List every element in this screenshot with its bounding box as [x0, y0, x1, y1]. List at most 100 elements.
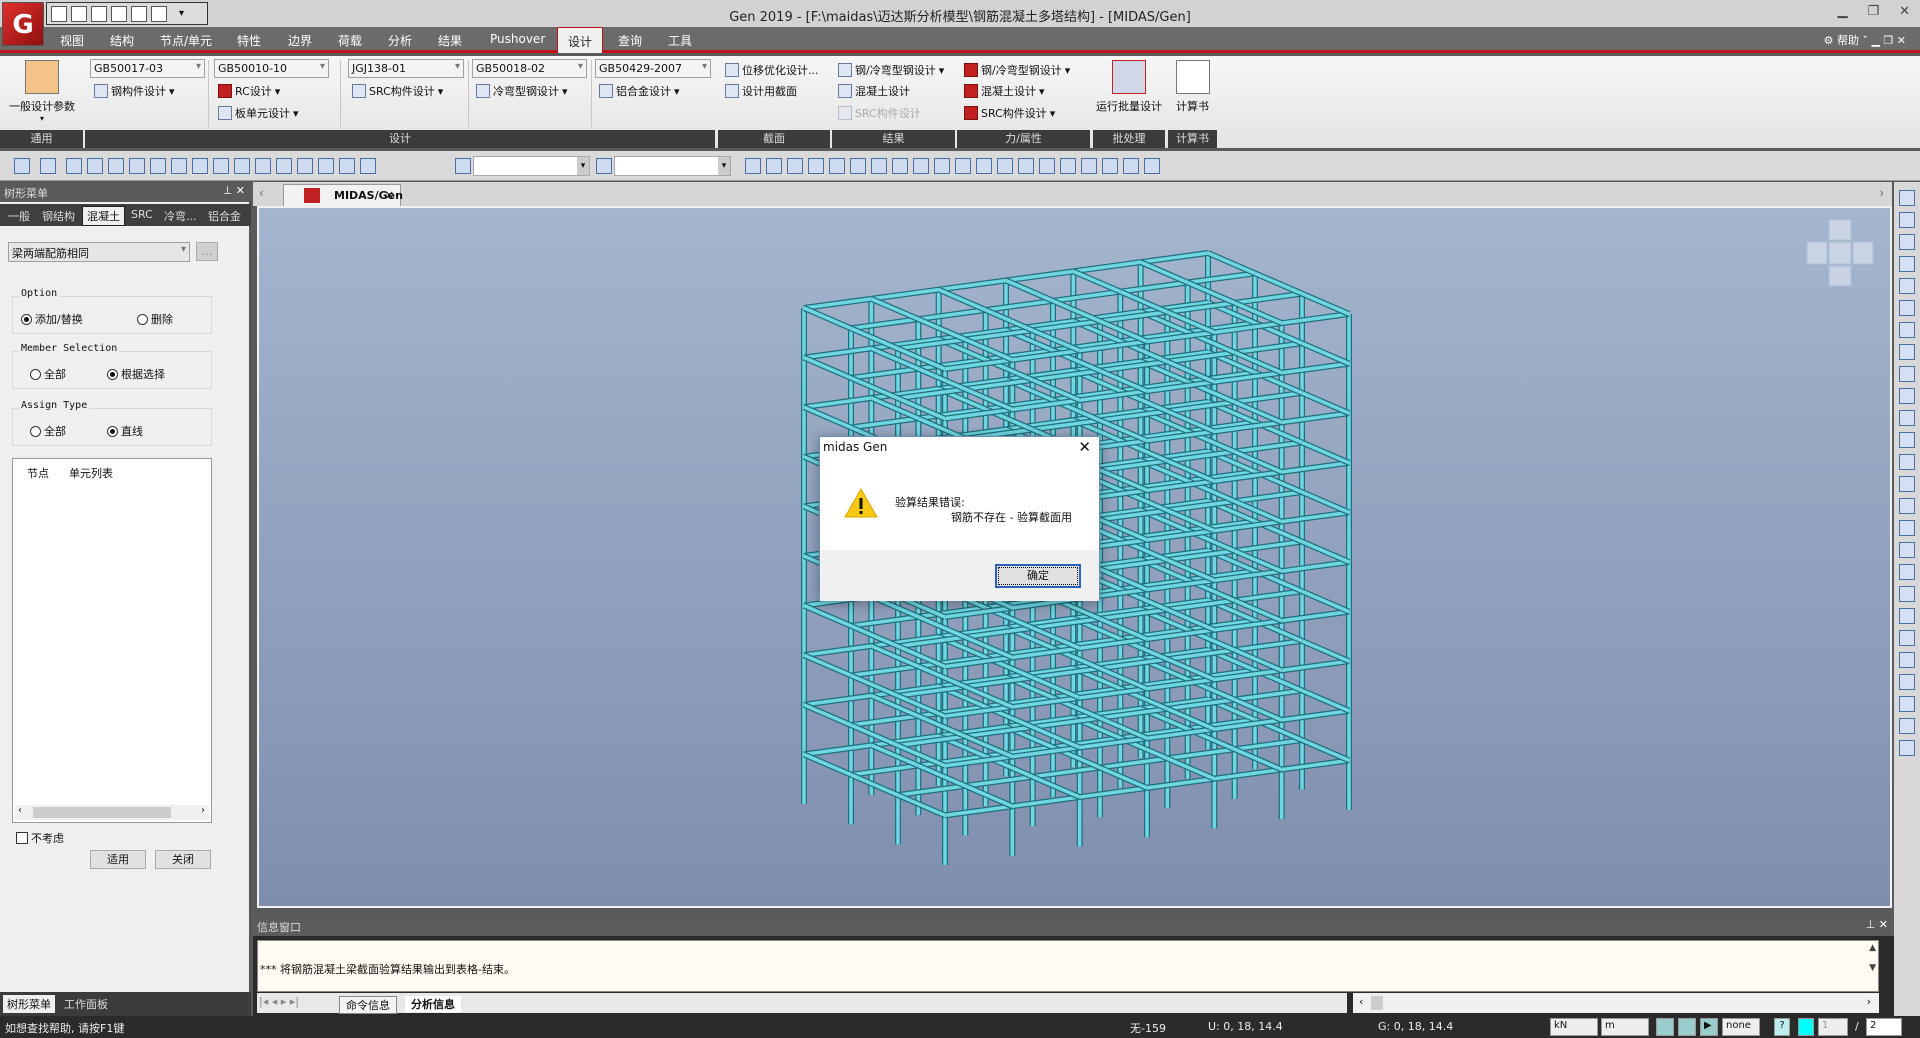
radio-add-replace[interactable]: 添加/替换 [21, 311, 83, 327]
zoom-in-icon[interactable] [1899, 432, 1915, 448]
unselect-intersect-icon[interactable] [339, 158, 355, 174]
tab-structure[interactable]: 结构 [110, 32, 134, 49]
aluminum-code-select[interactable]: GB50429-2007 [595, 59, 711, 78]
select-previous-icon[interactable] [255, 158, 271, 174]
zoom-all-icon[interactable] [1899, 476, 1915, 492]
pin-close-icons[interactable]: ⊥ ✕ [1866, 918, 1888, 931]
shrink-icon[interactable] [1899, 344, 1915, 360]
select-node-icon[interactable] [66, 158, 82, 174]
select-window-icon[interactable] [129, 158, 145, 174]
unselect-all-icon[interactable] [360, 158, 376, 174]
tab-general[interactable]: 一般 [8, 208, 30, 224]
redo-icon[interactable] [40, 158, 56, 174]
close-button[interactable]: ✕ [1899, 4, 1910, 19]
display-option-icon[interactable] [787, 158, 803, 174]
view-iso2-icon[interactable] [1899, 674, 1915, 690]
select-volume-icon[interactable] [213, 158, 229, 174]
display-option-icon[interactable] [745, 158, 761, 174]
display-option-icon[interactable] [1123, 158, 1139, 174]
tab-cold-formed[interactable]: 冷弯... [164, 208, 197, 224]
force-steel-design-button[interactable]: 钢/冷弯型钢设计 ▾ [964, 62, 1070, 78]
select-line-dropdown[interactable] [614, 156, 731, 176]
tab-query[interactable]: 查询 [618, 32, 642, 49]
view-left-icon[interactable] [1899, 608, 1915, 624]
element-list-table[interactable]: 节点 单元列表 ‹ › [12, 458, 212, 823]
tab-results[interactable]: 结果 [438, 32, 462, 49]
tab-boundary[interactable]: 边界 [288, 32, 312, 49]
tab-view[interactable]: 视图 [60, 32, 84, 49]
select-intersect-icon[interactable] [171, 158, 187, 174]
select-polygon-icon[interactable] [150, 158, 166, 174]
result-concrete-design-button[interactable]: 混凝土设计 [838, 83, 910, 99]
ok-button[interactable]: 确定 [995, 564, 1081, 588]
tab-analysis-info[interactable]: 分析信息 [405, 996, 461, 1012]
tab-nav-buttons[interactable]: |◂ ◂ ▸ ▸| [259, 995, 299, 1008]
select-plane-icon[interactable] [192, 158, 208, 174]
src-design-button[interactable]: SRC构件设计 ▾ [352, 83, 443, 99]
select-line-icon[interactable] [596, 158, 612, 174]
page-current-input[interactable]: 1 [1818, 1018, 1848, 1036]
tab-node-element[interactable]: 节点/单元 [160, 32, 212, 49]
log-horizontal-scrollbar[interactable]: ‹ › [1353, 993, 1879, 1013]
function-dropdown[interactable]: 梁两端配筋相同 [8, 242, 190, 262]
grid-icon[interactable] [1899, 190, 1915, 206]
help-button[interactable]: ⚙ 帮助 ˅ ▁ ❐ ✕ [1824, 32, 1906, 48]
snap-icon[interactable] [1656, 1018, 1674, 1036]
tab-command-info[interactable]: 命令信息 [339, 996, 397, 1014]
hidden-icon[interactable] [1899, 322, 1915, 338]
steel-code-select[interactable]: GB50017-03 [90, 59, 205, 78]
plate-design-button[interactable]: 板单元设计 ▾ [218, 105, 299, 121]
force-concrete-design-button[interactable]: 混凝土设计 ▾ [964, 83, 1045, 99]
snap-grid-icon[interactable] [1678, 1018, 1696, 1036]
general-design-params-button[interactable]: 一般设计参数 ▾ [4, 60, 80, 123]
restore-button[interactable]: ❐ [1867, 4, 1879, 19]
close-panel-button[interactable]: 关闭 [155, 850, 211, 869]
tab-scroll-right[interactable]: › [1879, 186, 1884, 200]
point-grid-icon[interactable] [1899, 278, 1915, 294]
tab-scroll-left[interactable]: ‹ [259, 186, 264, 200]
rotate-icon[interactable] [1899, 498, 1915, 514]
display-option-icon[interactable] [850, 158, 866, 174]
display-option-icon[interactable] [934, 158, 950, 174]
tab-pushover[interactable]: Pushover [490, 32, 545, 46]
node-snap-icon[interactable] [1899, 234, 1915, 250]
page-total-input[interactable]: 2 [1866, 1018, 1902, 1036]
rc-code-select[interactable]: GB50010-10 [214, 59, 329, 78]
zoom-fit-icon[interactable] [1899, 388, 1915, 404]
view-cube[interactable] [1805, 218, 1875, 288]
log-scrollbar[interactable]: ▲ ▼ [1869, 943, 1876, 973]
view-top-icon[interactable] [1899, 564, 1915, 580]
calc-book-button[interactable]: 计算书 [1168, 60, 1217, 114]
tab-analysis[interactable]: 分析 [388, 32, 412, 49]
displacement-optimization-button[interactable]: 位移优化设计... [725, 62, 819, 78]
display-option-icon[interactable] [976, 158, 992, 174]
select-single-icon[interactable] [108, 158, 124, 174]
ignore-checkbox[interactable]: 不考虑 [16, 830, 64, 846]
run-batch-design-button[interactable]: 运行批量设计 [1093, 60, 1165, 114]
tab-work-panel[interactable]: 工作面板 [64, 996, 108, 1012]
tab-load[interactable]: 荷载 [338, 32, 362, 49]
cold-formed-design-button[interactable]: 冷弯型钢设计 ▾ [476, 83, 568, 99]
pin-close-icons[interactable]: ⊥ ✕ [223, 184, 245, 197]
view-iso3-icon[interactable] [1899, 696, 1915, 712]
display-icon[interactable] [1899, 300, 1915, 316]
result-steel-design-button[interactable]: 钢/冷弯型钢设计 ▾ [838, 62, 944, 78]
aluminum-design-button[interactable]: 铝合金设计 ▾ [599, 83, 680, 99]
design-section-button[interactable]: 设计用截面 [725, 83, 797, 99]
zoom-out-icon[interactable] [1899, 454, 1915, 470]
element-display-icon[interactable] [1899, 366, 1915, 382]
view-iso4-icon[interactable] [1899, 718, 1915, 734]
display-option-icon[interactable] [955, 158, 971, 174]
play-icon[interactable]: ▶ [1700, 1018, 1718, 1036]
view-right-icon[interactable] [1899, 630, 1915, 646]
cold-formed-code-select[interactable]: GB50018-02 [472, 59, 587, 78]
minimize-button[interactable]: ▁ [1837, 4, 1847, 19]
display-option-icon[interactable] [1018, 158, 1034, 174]
help-query-icon[interactable]: ? [1774, 1018, 1790, 1036]
length-unit-select[interactable]: m [1601, 1018, 1649, 1036]
radio-straight[interactable]: 直线 [107, 423, 143, 439]
radio-assign-all[interactable]: 全部 [30, 423, 66, 439]
view-front-icon[interactable] [1899, 586, 1915, 602]
display-option-icon[interactable] [1060, 158, 1076, 174]
select-tree-icon[interactable] [87, 158, 103, 174]
